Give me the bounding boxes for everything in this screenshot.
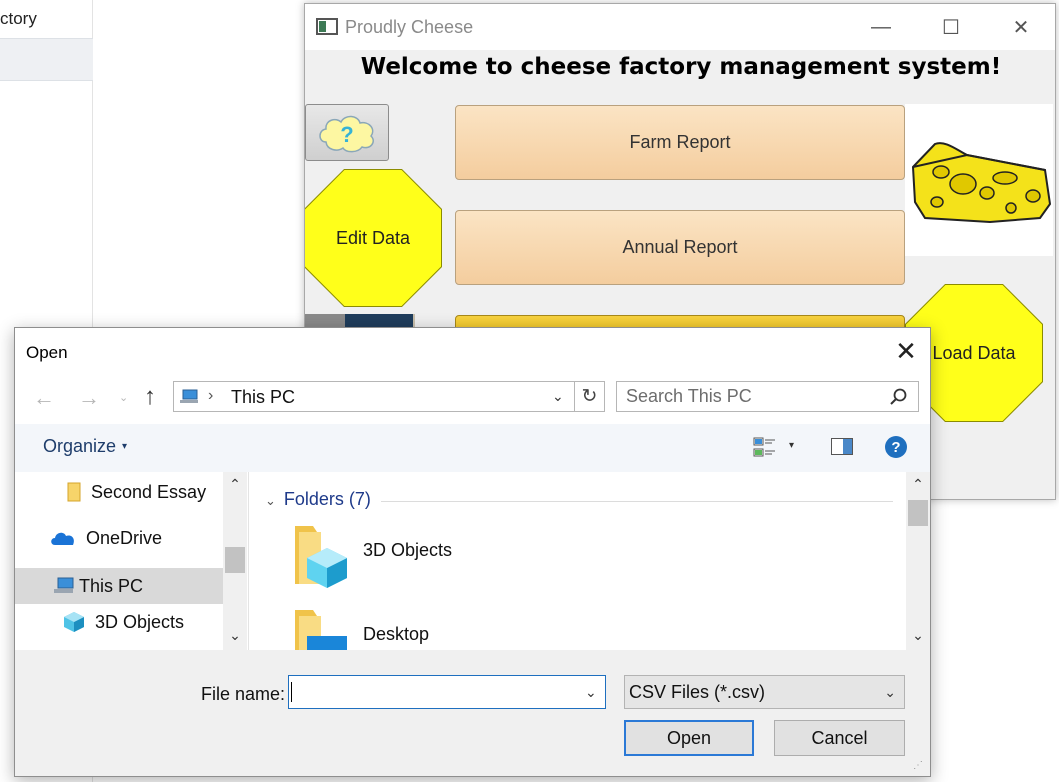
scroll-thumb[interactable] bbox=[225, 547, 245, 573]
search-input[interactable] bbox=[617, 382, 887, 411]
nav-item-label: This PC bbox=[79, 575, 144, 596]
nav-scrollbar[interactable]: ⌃ ⌄ bbox=[223, 472, 247, 650]
computer-icon bbox=[54, 577, 74, 593]
maximize-button[interactable]: ☐ bbox=[916, 4, 986, 50]
scroll-down-icon[interactable]: ⌄ bbox=[223, 627, 247, 644]
background-tree-item[interactable]: ctory bbox=[0, 0, 93, 38]
cube-icon bbox=[64, 612, 84, 632]
divider bbox=[381, 501, 893, 502]
up-arrow-icon[interactable]: ↑ bbox=[144, 383, 156, 411]
minimize-button[interactable]: — bbox=[846, 4, 916, 50]
question-cloud-icon: ? bbox=[319, 115, 374, 152]
annual-report-button[interactable]: Annual Report bbox=[455, 210, 905, 285]
text-cursor bbox=[291, 682, 292, 702]
chevron-down-icon: ⌄ bbox=[265, 493, 276, 508]
file-list-scrollbar[interactable]: ⌃ ⌄ bbox=[906, 472, 930, 650]
nav-item-onedrive[interactable]: OneDrive bbox=[15, 520, 223, 556]
scroll-thumb[interactable] bbox=[908, 500, 928, 526]
file-item-3d-objects[interactable]: 3D Objects bbox=[291, 522, 691, 592]
nav-item-this-pc[interactable]: This PC bbox=[15, 568, 223, 604]
folders-group-header[interactable]: ⌄ Folders (7) bbox=[265, 489, 371, 510]
organize-label: Organize bbox=[43, 436, 117, 456]
window-title: Proudly Cheese bbox=[345, 17, 474, 37]
edit-data-button[interactable]: Edit Data bbox=[305, 170, 441, 306]
app-icon bbox=[316, 18, 338, 35]
caret-down-icon[interactable]: ▾ bbox=[789, 440, 794, 451]
svg-text:?: ? bbox=[340, 122, 353, 147]
chevron-down-icon[interactable]: ⌄ bbox=[884, 684, 896, 701]
cancel-button[interactable]: Cancel bbox=[774, 720, 905, 756]
file-list-pane: ⌄ Folders (7) 3D Objects Desktop bbox=[251, 472, 906, 650]
folders-group-label: Folders (7) bbox=[283, 489, 371, 509]
refresh-icon[interactable]: ↻ bbox=[575, 381, 605, 412]
3d-objects-folder-icon bbox=[295, 526, 347, 588]
farm-report-button[interactable]: Farm Report bbox=[455, 105, 905, 180]
file-item-name: 3D Objects bbox=[363, 540, 453, 560]
welcome-heading: Welcome to cheese factory management sys… bbox=[360, 54, 1002, 80]
forward-arrow-icon[interactable]: → bbox=[78, 385, 100, 411]
search-icon[interactable] bbox=[889, 387, 909, 407]
file-name-combobox[interactable]: ⌄ bbox=[288, 675, 606, 709]
cheese-image bbox=[905, 104, 1053, 256]
nav-item-label: 3D Objects bbox=[95, 611, 185, 632]
nav-item-label: Second Essay bbox=[91, 481, 207, 502]
file-name-input[interactable] bbox=[289, 676, 575, 708]
cloud-icon bbox=[51, 532, 74, 545]
nav-item-3d-objects[interactable]: 3D Objects bbox=[15, 604, 223, 640]
caret-down-icon: ▾ bbox=[122, 441, 128, 452]
address-bar[interactable]: › This PC ⌄ bbox=[173, 381, 575, 412]
organize-button[interactable]: Organize ▾ bbox=[43, 436, 127, 457]
file-type-value: CSV Files (*.csv) bbox=[629, 681, 766, 702]
help-icon[interactable]: ? bbox=[885, 436, 907, 458]
preview-pane-icon[interactable] bbox=[831, 438, 853, 455]
dialog-title: Open bbox=[26, 343, 68, 362]
recent-locations-icon[interactable]: ⌄ bbox=[119, 391, 128, 404]
back-arrow-icon[interactable]: ← bbox=[33, 385, 55, 411]
edit-data-octagon: Edit Data bbox=[305, 169, 442, 307]
address-location[interactable]: This PC bbox=[231, 387, 295, 408]
file-type-select[interactable]: CSV Files (*.csv) ⌄ bbox=[624, 675, 905, 709]
search-box[interactable] bbox=[616, 381, 919, 412]
file-item-desktop[interactable]: Desktop bbox=[291, 606, 691, 650]
open-button[interactable]: Open bbox=[624, 720, 754, 756]
scroll-up-icon[interactable]: ⌃ bbox=[223, 476, 247, 493]
open-file-dialog: Open ✕ ← → ⌄ ↑ › This PC ⌄ ↻ Organize ▾ bbox=[14, 327, 931, 777]
view-options-icon[interactable] bbox=[753, 437, 777, 459]
close-button[interactable]: ✕ bbox=[986, 4, 1055, 50]
file-item-name: Desktop bbox=[363, 624, 430, 644]
folder-icon bbox=[67, 482, 81, 502]
navigation-pane: Second Essay OneDrive This PC 3D Objects… bbox=[15, 472, 249, 650]
help-button[interactable]: ? bbox=[305, 104, 389, 161]
resize-grip-icon[interactable]: ⋰ bbox=[913, 760, 923, 771]
scroll-down-icon[interactable]: ⌄ bbox=[906, 627, 930, 644]
dialog-footer: File name: ⌄ CSV Files (*.csv) ⌄ Open Ca… bbox=[15, 650, 930, 776]
nav-item-second-essay[interactable]: Second Essay bbox=[15, 474, 223, 510]
file-name-label: File name: bbox=[201, 684, 286, 704]
desktop-folder-icon bbox=[295, 610, 347, 650]
nav-item-label: OneDrive bbox=[86, 527, 163, 548]
dialog-toolbar: Organize ▾ ▾ bbox=[15, 424, 930, 472]
close-icon[interactable]: ✕ bbox=[888, 336, 924, 366]
chevron-down-icon[interactable]: ⌄ bbox=[585, 684, 597, 701]
scroll-up-icon[interactable]: ⌃ bbox=[906, 476, 930, 493]
chevron-right-icon: › bbox=[208, 387, 214, 404]
cheese-titlebar[interactable]: Proudly Cheese — ☐ ✕ bbox=[305, 4, 1055, 50]
background-selected-row[interactable] bbox=[0, 38, 93, 81]
chevron-down-icon[interactable]: ⌄ bbox=[552, 388, 564, 405]
computer-icon bbox=[180, 389, 198, 403]
